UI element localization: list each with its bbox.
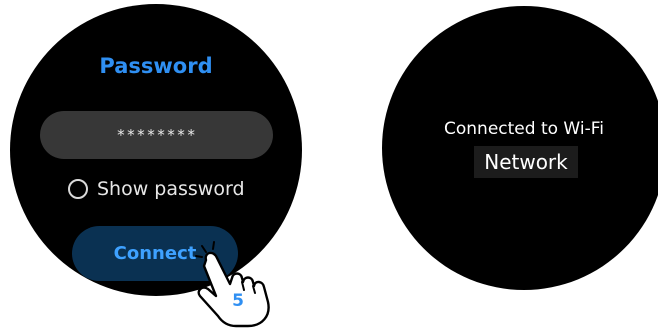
show-password-option[interactable]: Show password	[68, 176, 245, 202]
step-number: 5	[232, 291, 244, 311]
show-password-label: Show password	[97, 178, 245, 200]
tap-hand-icon: 5	[195, 241, 270, 328]
connected-message: Connected to Wi-Fi	[444, 119, 604, 139]
password-field[interactable]: ********	[40, 111, 273, 159]
page-title: Password	[99, 54, 213, 78]
watch-face-connected: Connected to Wi-Fi Network	[382, 6, 658, 290]
radio-unchecked-icon[interactable]	[68, 179, 88, 199]
network-name: Network	[474, 146, 578, 178]
